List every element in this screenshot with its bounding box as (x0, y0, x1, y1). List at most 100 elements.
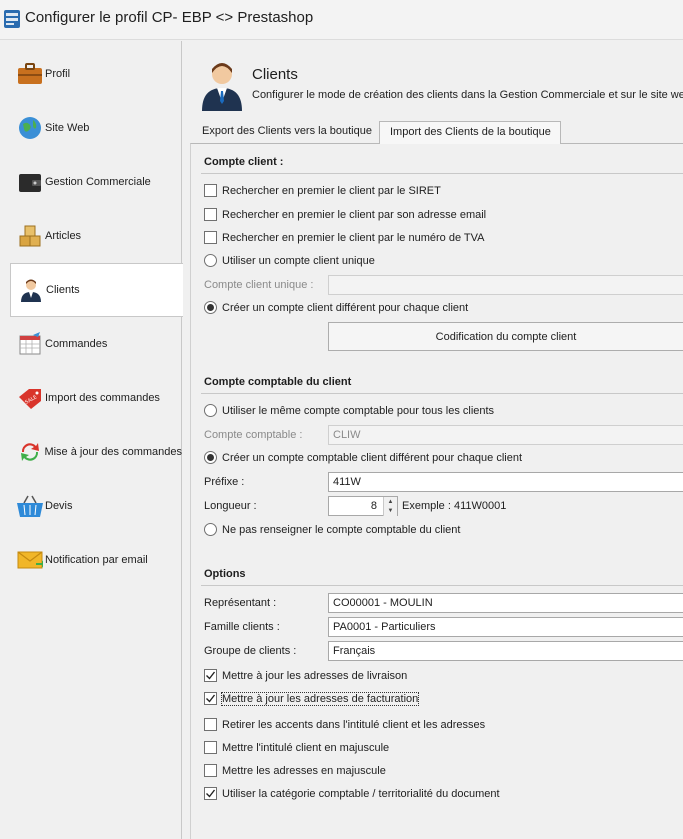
email-icon (16, 546, 44, 574)
checkbox-tva[interactable] (204, 231, 217, 244)
page-subtitle: Configurer le mode de création des clien… (252, 89, 683, 101)
briefcase-icon (16, 60, 44, 88)
checkbox-row-categorie-comptable[interactable]: Utiliser la catégorie comptable / territ… (204, 787, 500, 800)
longueur-label: Longueur : (204, 500, 257, 512)
compte-client-unique-label: Compte client unique : (204, 279, 314, 291)
main-panel: Clients Configurer le mode de création d… (182, 41, 683, 839)
radio-compte-unique[interactable] (204, 254, 217, 267)
checkbox-email[interactable] (204, 208, 217, 221)
sidebar-item-notification-email[interactable]: Notification par email (10, 533, 182, 587)
checkbox-categorie-comptable[interactable] (204, 787, 217, 800)
checkbox-label: Retirer les accents dans l'intitulé clie… (222, 718, 486, 731)
boxes-icon (16, 222, 44, 250)
tab-panel-import-clients: Compte client : Rechercher en premier le… (190, 143, 683, 839)
section-divider (201, 393, 683, 394)
checkbox-label: Rechercher en premier le client par son … (222, 208, 487, 221)
groupe-clients-field[interactable]: Français (328, 641, 683, 661)
sidebar-item-devis[interactable]: Devis (10, 479, 182, 533)
sidebar-item-profil[interactable]: Profil (10, 47, 182, 101)
sidebar-item-label: Articles (45, 230, 82, 242)
checkbox-row-email[interactable]: Rechercher en premier le client par son … (204, 208, 486, 221)
representant-field[interactable]: CO00001 - MOULIN (328, 593, 683, 613)
radio-ne-pas-renseigner[interactable] (204, 523, 217, 536)
checkbox-row-maj-facturation[interactable]: Mettre à jour les adresses de facturatio… (204, 691, 420, 706)
checkbox-label: Mettre les adresses en majuscule (222, 764, 386, 777)
sidebar-item-clients[interactable]: Clients (10, 263, 183, 317)
prefixe-label: Préfixe : (204, 476, 245, 488)
globe-icon (16, 114, 44, 142)
sidebar-item-label: Mise à jour des commandes (44, 446, 182, 458)
checkbox-retirer-accents[interactable] (204, 718, 217, 731)
checkbox-row-retirer-accents[interactable]: Retirer les accents dans l'intitulé clie… (204, 718, 485, 731)
checkbox-intitule-majuscule[interactable] (204, 741, 217, 754)
radio-compte-different[interactable] (204, 301, 217, 314)
checkbox-row-tva[interactable]: Rechercher en premier le client par le n… (204, 231, 485, 244)
checkbox-label: Utiliser la catégorie comptable / territ… (222, 787, 500, 800)
checkbox-row-intitule-majuscule[interactable]: Mettre l'intitulé client en majuscule (204, 741, 389, 754)
sidebar-item-label: Profil (45, 68, 71, 80)
sidebar-item-label: Devis (45, 500, 73, 512)
section-title-options: Options (204, 568, 246, 580)
prefixe-field[interactable]: 411W (328, 472, 683, 492)
sidebar-item-label: Commandes (45, 338, 108, 350)
checkbox-row-adresses-majuscule[interactable]: Mettre les adresses en majuscule (204, 764, 386, 777)
user-icon (17, 276, 45, 304)
sidebar-item-articles[interactable]: Articles (10, 209, 182, 263)
sidebar-item-site-web[interactable]: Site Web (10, 101, 182, 155)
exemple-text: Exemple : 411W0001 (402, 500, 507, 512)
checkbox-siret[interactable] (204, 184, 217, 197)
radio-label: Créer un compte client différent pour ch… (222, 301, 469, 314)
famille-clients-field[interactable]: PA0001 - Particuliers (328, 617, 683, 637)
title-bar: Configurer le profil CP- EBP <> Prestash… (0, 0, 683, 40)
radio-row-ne-pas-renseigner[interactable]: Ne pas renseigner le compte comptable du… (204, 523, 460, 536)
compte-client-unique-field[interactable] (328, 275, 683, 295)
radio-row-compte-unique[interactable]: Utiliser un compte client unique (204, 254, 375, 267)
window-title: Configurer le profil CP- EBP <> Prestash… (25, 9, 314, 26)
section-divider (201, 173, 683, 174)
sidebar-item-gestion-commerciale[interactable]: Gestion Commerciale (10, 155, 182, 209)
section-divider (201, 585, 683, 586)
radio-label: Ne pas renseigner le compte comptable du… (222, 523, 461, 536)
checkbox-label: Rechercher en premier le client par le n… (222, 231, 485, 244)
groupe-clients-label: Groupe de clients : (204, 645, 297, 657)
checkbox-row-maj-livraison[interactable]: Mettre à jour les adresses de livraison (204, 669, 407, 682)
sale-tag-icon: SALE (16, 384, 44, 412)
radio-compte-comptable-different[interactable] (204, 451, 217, 464)
compte-comptable-label: Compte comptable : (204, 429, 303, 441)
checkbox-adresses-majuscule[interactable] (204, 764, 217, 777)
checkbox-label: Mettre à jour les adresses de facturatio… (220, 691, 420, 706)
sidebar-item-commandes[interactable]: Commandes (10, 317, 182, 371)
app-logo-icon (4, 10, 20, 28)
checkbox-label: Mettre l'intitulé client en majuscule (222, 741, 390, 754)
representant-label: Représentant : (204, 597, 277, 609)
radio-row-compte-comptable-different[interactable]: Créer un compte comptable client différe… (204, 451, 522, 464)
wallet-icon (16, 168, 44, 196)
radio-meme-compte[interactable] (204, 404, 217, 417)
sidebar: Profil Site Web Gestion Commerciale Arti… (0, 41, 183, 839)
client-user-icon (200, 61, 244, 111)
checkbox-label: Rechercher en premier le client par le S… (222, 184, 441, 197)
checkbox-row-siret[interactable]: Rechercher en premier le client par le S… (204, 184, 441, 197)
sidebar-item-label: Site Web (45, 122, 90, 134)
tab-export-clients[interactable]: Export des Clients vers la boutique (192, 121, 380, 143)
tab-import-clients[interactable]: Import des Clients de la boutique (379, 121, 561, 144)
radio-label: Utiliser le même compte comptable pour t… (222, 404, 495, 417)
sidebar-item-label: Import des commandes (45, 392, 160, 404)
sidebar-item-label: Notification par email (45, 554, 148, 566)
page-title: Clients (252, 66, 298, 83)
codification-compte-client-button[interactable]: Codification du compte client (328, 322, 683, 351)
sidebar-item-mise-a-jour-commandes[interactable]: Mise à jour des commandes (10, 425, 182, 479)
checkbox-label: Mettre à jour les adresses de livraison (222, 669, 408, 682)
radio-label: Créer un compte comptable client différe… (222, 451, 523, 464)
checkbox-maj-livraison[interactable] (204, 669, 217, 682)
sidebar-item-import-commandes[interactable]: SALE Import des commandes (10, 371, 182, 425)
famille-clients-label: Famille clients : (204, 621, 280, 633)
sidebar-item-label: Clients (46, 284, 80, 296)
compte-comptable-field[interactable]: CLIW (328, 425, 683, 445)
radio-row-meme-compte[interactable]: Utiliser le même compte comptable pour t… (204, 404, 494, 417)
spin-down-button[interactable]: ▼ (383, 506, 397, 516)
calendar-icon (16, 330, 44, 358)
sidebar-item-label: Gestion Commerciale (45, 176, 151, 188)
radio-row-compte-different[interactable]: Créer un compte client différent pour ch… (204, 301, 468, 314)
checkbox-maj-facturation[interactable] (204, 692, 217, 705)
